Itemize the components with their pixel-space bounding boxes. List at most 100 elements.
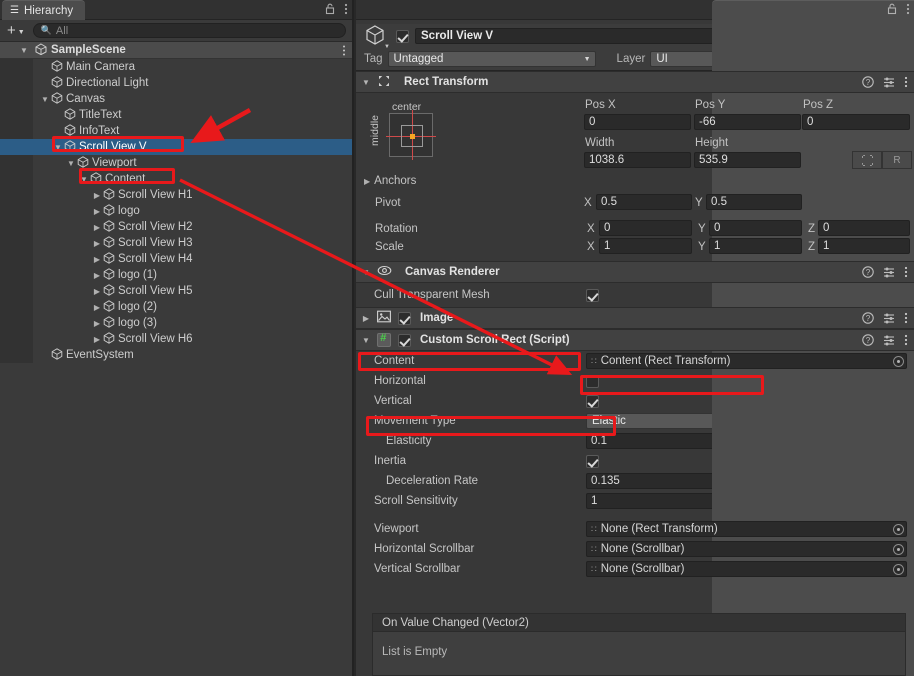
lock-icon[interactable] <box>325 3 335 18</box>
create-object-button[interactable]: + ▼ <box>5 23 27 38</box>
anchor-preset-widget[interactable]: center middle <box>364 101 464 171</box>
component-header-image[interactable]: ▶ Image ? <box>356 307 914 329</box>
pos-z-input[interactable]: 0 <box>802 114 910 130</box>
hierarchy-item-scroll-view-h3[interactable]: ▶Scroll View H3 <box>0 235 352 251</box>
hierarchy-item-eventsystem[interactable]: EventSystem <box>0 347 352 363</box>
chevron-right-icon[interactable]: ▶ <box>91 207 103 216</box>
rotation-z-input[interactable]: 0 <box>818 220 910 236</box>
hierarchy-item-main-camera[interactable]: Main Camera <box>0 59 352 75</box>
custom-scroll-rect-enabled-checkbox[interactable] <box>398 334 411 347</box>
chevron-down-icon[interactable]: ▼ <box>39 95 51 104</box>
raw-edit-button[interactable]: R <box>882 151 912 169</box>
chevron-down-icon[interactable]: ▼ <box>360 268 372 277</box>
chevron-down-icon[interactable]: ▼ <box>65 159 77 168</box>
tab-hierarchy[interactable]: ☰ Hierarchy <box>2 0 85 20</box>
inspector-menu-icon[interactable] <box>906 3 910 18</box>
hierarchy-item-content[interactable]: ▼Content <box>0 171 352 187</box>
component-menu-icon[interactable] <box>904 334 908 349</box>
hierarchy-item-infotext[interactable]: InfoText <box>0 123 352 139</box>
chevron-down-icon[interactable]: ▼ <box>360 336 372 345</box>
object-picker-icon[interactable] <box>893 524 904 535</box>
object-picker-icon[interactable] <box>893 564 904 575</box>
help-icon[interactable]: ? <box>862 334 874 349</box>
chevron-down-icon[interactable]: ▼ <box>360 78 372 87</box>
scene-root-row[interactable]: ▼ SampleScene <box>0 42 352 59</box>
tag-dropdown[interactable]: Untagged ▼ <box>388 51 596 67</box>
hierarchy-search-input[interactable]: 🔍 All <box>33 23 346 38</box>
chevron-right-icon[interactable]: ▶ <box>91 319 103 328</box>
chevron-right-icon[interactable]: ▶ <box>91 335 103 344</box>
chevron-right-icon[interactable]: ▶ <box>91 255 103 264</box>
hierarchy-item-titletext[interactable]: TitleText <box>0 107 352 123</box>
object-enabled-checkbox[interactable] <box>396 30 409 43</box>
hierarchy-menu-icon[interactable] <box>344 3 348 18</box>
chevron-down-icon[interactable]: ▼ <box>52 143 64 152</box>
vertical-checkbox[interactable] <box>586 395 599 408</box>
scale-z-input[interactable]: 1 <box>818 238 910 254</box>
hierarchy-item-logo-3[interactable]: ▶logo (3) <box>0 315 352 331</box>
component-header-canvas-renderer[interactable]: ▼ Canvas Renderer ? <box>356 261 914 283</box>
hierarchy-item-scroll-view-h2[interactable]: ▶Scroll View H2 <box>0 219 352 235</box>
rotation-y-input[interactable]: 0 <box>709 220 802 236</box>
chevron-right-icon[interactable]: ▶ <box>91 191 103 200</box>
preset-icon[interactable] <box>883 334 895 349</box>
hierarchy-item-scroll-view-h5[interactable]: ▶Scroll View H5 <box>0 283 352 299</box>
hierarchy-item-directional-light[interactable]: Directional Light <box>0 75 352 91</box>
hierarchy-item-scroll-view-h4[interactable]: ▶Scroll View H4 <box>0 251 352 267</box>
hierarchy-item-logo[interactable]: ▶logo <box>0 203 352 219</box>
hierarchy-item-canvas[interactable]: ▼Canvas <box>0 91 352 107</box>
component-menu-icon[interactable] <box>904 266 908 281</box>
chevron-right-icon[interactable]: ▶ <box>91 271 103 280</box>
component-header-custom-scroll-rect[interactable]: ▼ # Custom Scroll Rect (Script) ? <box>356 329 914 351</box>
width-input[interactable]: 1038.6 <box>584 152 691 168</box>
preset-icon[interactable] <box>883 266 895 281</box>
chevron-right-icon[interactable]: ▶ <box>360 314 372 323</box>
component-menu-icon[interactable] <box>904 76 908 91</box>
preset-icon[interactable] <box>883 76 895 91</box>
lock-icon[interactable] <box>887 3 897 18</box>
anchors-foldout[interactable]: ▶ Anchors <box>364 175 416 187</box>
pivot-x-input[interactable]: 0.5 <box>596 194 692 210</box>
image-enabled-checkbox[interactable] <box>398 312 411 325</box>
help-icon[interactable]: ? <box>862 312 874 327</box>
chevron-down-icon[interactable]: ▼ <box>384 44 390 50</box>
horizontal-scrollbar-object-field[interactable]: ∷None (Scrollbar) <box>586 541 907 557</box>
help-icon[interactable]: ? <box>862 76 874 91</box>
scene-menu-icon[interactable] <box>342 45 346 59</box>
component-menu-icon[interactable] <box>904 312 908 327</box>
cull-transparent-mesh-checkbox[interactable] <box>586 289 599 302</box>
object-picker-icon[interactable] <box>893 544 904 555</box>
hierarchy-item-logo-2[interactable]: ▶logo (2) <box>0 299 352 315</box>
viewport-object-field[interactable]: ∷None (Rect Transform) <box>586 521 907 537</box>
chevron-right-icon[interactable]: ▶ <box>91 303 103 312</box>
object-picker-icon[interactable] <box>893 356 904 367</box>
vertical-scrollbar-object-field[interactable]: ∷None (Scrollbar) <box>586 561 907 577</box>
content-object-field[interactable]: ∷Content (Rect Transform) <box>586 353 907 369</box>
inertia-checkbox[interactable] <box>586 455 599 468</box>
chevron-right-icon[interactable]: ▶ <box>91 287 103 296</box>
scene-name-label: SampleScene <box>51 44 126 56</box>
height-input[interactable]: 535.9 <box>694 152 801 168</box>
gameobject-cube-icon <box>103 252 115 267</box>
on-value-changed-event-box: On Value Changed (Vector2) List is Empty <box>372 613 906 676</box>
hierarchy-item-logo-1[interactable]: ▶logo (1) <box>0 267 352 283</box>
horizontal-checkbox[interactable] <box>586 375 599 388</box>
pivot-y-input[interactable]: 0.5 <box>706 194 802 210</box>
chevron-right-icon[interactable]: ▶ <box>91 223 103 232</box>
hierarchy-item-viewport[interactable]: ▼Viewport <box>0 155 352 171</box>
preset-icon[interactable] <box>883 312 895 327</box>
scale-y-input[interactable]: 1 <box>709 238 802 254</box>
component-header-rect-transform[interactable]: ▼ Rect Transform ? <box>356 71 914 93</box>
pos-x-input[interactable]: 0 <box>584 114 691 130</box>
hierarchy-item-scroll-view-v[interactable]: ▼Scroll View V <box>0 139 352 155</box>
help-icon[interactable]: ? <box>862 266 874 281</box>
hierarchy-item-scroll-view-h1[interactable]: ▶Scroll View H1 <box>0 187 352 203</box>
rotation-x-input[interactable]: 0 <box>599 220 692 236</box>
chevron-down-icon[interactable]: ▼ <box>20 46 28 55</box>
scale-x-input[interactable]: 1 <box>599 238 692 254</box>
hierarchy-item-scroll-view-h6[interactable]: ▶Scroll View H6 <box>0 331 352 347</box>
blueprint-mode-button[interactable] <box>852 151 882 169</box>
chevron-down-icon[interactable]: ▼ <box>78 175 90 184</box>
pos-y-input[interactable]: -66 <box>694 114 801 130</box>
chevron-right-icon[interactable]: ▶ <box>91 239 103 248</box>
